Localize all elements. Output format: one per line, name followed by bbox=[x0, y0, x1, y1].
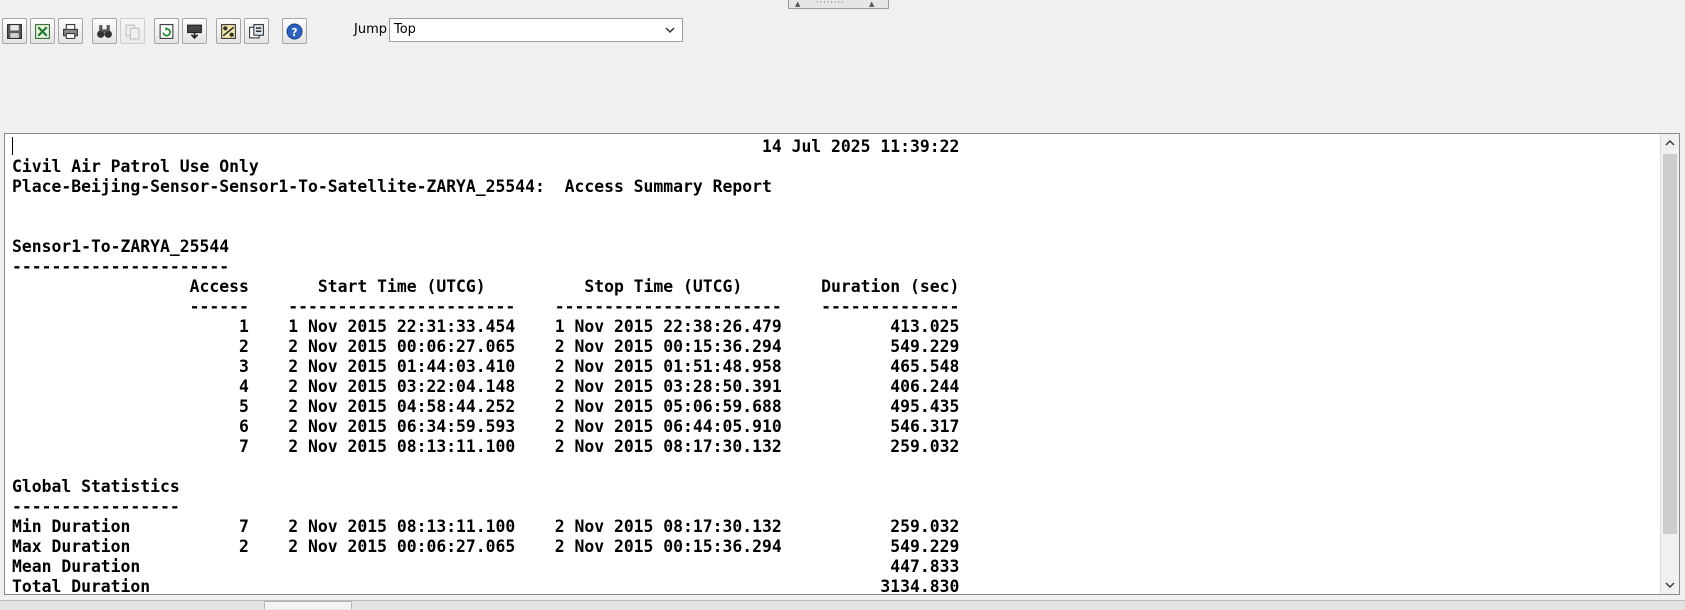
chevron-up-icon bbox=[1665, 140, 1675, 146]
chevron-down-icon bbox=[665, 27, 675, 34]
report-manager-button[interactable] bbox=[244, 18, 269, 44]
access-row: 2 2 Nov 2015 00:06:27.065 2 Nov 2015 00:… bbox=[12, 337, 960, 356]
section-title: Sensor1-To-ZARYA_25544 bbox=[12, 237, 230, 256]
save-button[interactable] bbox=[2, 18, 27, 44]
global-statistics-underline: ----------------- bbox=[12, 497, 180, 516]
access-row: 3 2 Nov 2015 01:44:03.410 2 Nov 2015 01:… bbox=[12, 357, 960, 376]
collapse-up-arrow-icon: ▲ bbox=[795, 0, 801, 8]
scroll-thumb[interactable] bbox=[1663, 154, 1677, 534]
report-manager-icon bbox=[249, 23, 264, 38]
bottom-tab[interactable] bbox=[264, 601, 352, 609]
help-glyph: ? bbox=[291, 25, 297, 38]
report-title: Place-Beijing-Sensor-Sensor1-To-Satellit… bbox=[12, 177, 772, 196]
save-icon bbox=[7, 23, 22, 39]
global-statistics-title: Global Statistics bbox=[12, 477, 180, 496]
help-button[interactable]: ? bbox=[282, 18, 307, 44]
jump-label: Jump bbox=[354, 22, 387, 37]
panel-resize-grip[interactable]: ▲ ········ ▲ bbox=[788, 0, 889, 9]
access-row: 4 2 Nov 2015 03:22:04.148 2 Nov 2015 03:… bbox=[12, 377, 960, 396]
export-excel-button[interactable] bbox=[30, 18, 55, 44]
jump-select-value: Top bbox=[394, 22, 416, 37]
report-text-area[interactable]: 14 Jul 2025 11:39:22 Civil Air Patrol Us… bbox=[4, 133, 1680, 595]
copy-icon bbox=[125, 24, 140, 39]
access-row: 1 1 Nov 2015 22:31:33.454 1 Nov 2015 22:… bbox=[12, 317, 960, 336]
chevron-down-icon bbox=[1665, 582, 1675, 588]
access-row: 7 2 Nov 2015 08:13:11.100 2 Nov 2015 08:… bbox=[12, 437, 960, 456]
print-icon bbox=[63, 23, 78, 39]
text-caret bbox=[12, 137, 13, 155]
print-button[interactable] bbox=[58, 18, 83, 44]
graph-options-icon bbox=[221, 23, 236, 39]
scroll-up-button[interactable] bbox=[1661, 134, 1679, 152]
report-body: 14 Jul 2025 11:39:22 Civil Air Patrol Us… bbox=[12, 137, 960, 595]
report-classification: Civil Air Patrol Use Only bbox=[12, 157, 259, 176]
statistics-row: Mean Duration 447.833 bbox=[12, 557, 960, 576]
refresh-button[interactable] bbox=[154, 18, 179, 44]
copy-button[interactable] bbox=[120, 18, 145, 44]
vertical-scrollbar[interactable] bbox=[1660, 134, 1679, 594]
download-button[interactable] bbox=[182, 18, 207, 44]
collapse-up-arrow-icon-right: ▲ bbox=[869, 0, 875, 8]
statistics-row: Total Duration 3134.830 bbox=[12, 577, 960, 595]
jump-select[interactable]: Top bbox=[389, 18, 683, 42]
report-timestamp: 14 Jul 2025 11:39:22 bbox=[12, 137, 960, 156]
column-headers: Access Start Time (UTCG) Stop Time (UTCG… bbox=[12, 277, 960, 296]
access-row: 6 2 Nov 2015 06:34:59.593 2 Nov 2015 06:… bbox=[12, 417, 960, 436]
scroll-down-button[interactable] bbox=[1661, 576, 1679, 594]
export-excel-icon bbox=[35, 23, 50, 39]
refresh-icon bbox=[159, 23, 174, 39]
grip-dots-icon: ········ bbox=[816, 0, 845, 7]
binoculars-icon bbox=[97, 24, 112, 38]
help-icon: ? bbox=[286, 23, 303, 39]
section-underline: ---------------------- bbox=[12, 257, 230, 276]
column-underlines: ------ ----------------------- ---------… bbox=[12, 297, 960, 316]
graph-options-button[interactable] bbox=[216, 18, 241, 44]
access-row: 5 2 Nov 2015 04:58:44.252 2 Nov 2015 05:… bbox=[12, 397, 960, 416]
find-button[interactable] bbox=[92, 18, 117, 44]
statistics-row: Max Duration 2 2 Nov 2015 00:06:27.065 2… bbox=[12, 537, 960, 556]
statistics-row: Min Duration 7 2 Nov 2015 08:13:11.100 2… bbox=[12, 517, 960, 536]
download-icon bbox=[187, 24, 202, 39]
